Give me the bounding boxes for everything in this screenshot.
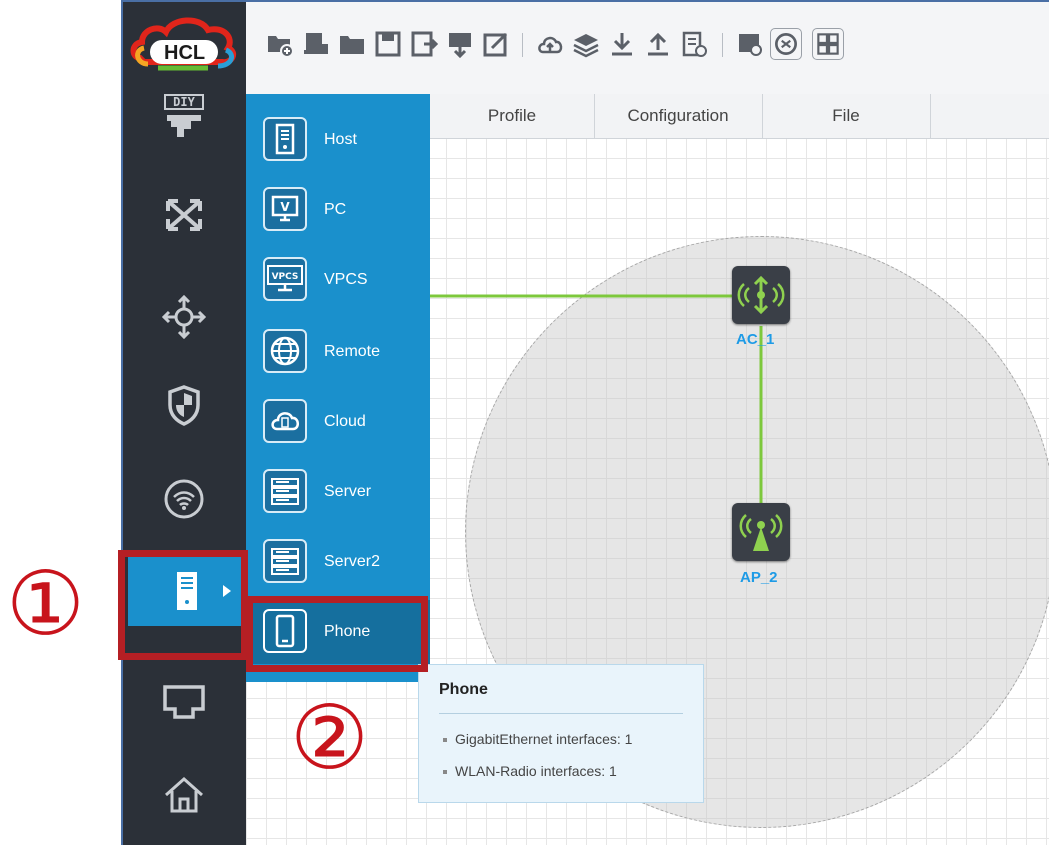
menu-item-label: Server — [324, 483, 372, 500]
server-icon — [263, 539, 307, 583]
tooltip-title: Phone — [439, 681, 488, 698]
globe-icon — [263, 329, 307, 373]
node-label-ap: AP_2 — [740, 569, 778, 586]
properties-tabs: Profile Configuration File — [430, 94, 1049, 139]
ap-icon — [739, 514, 783, 551]
svg-text:V: V — [280, 200, 290, 214]
menu-item-label: Cloud — [324, 413, 366, 430]
menu-item-label: Remote — [324, 343, 381, 360]
menu-item-cloud[interactable]: Cloud — [246, 390, 430, 454]
menu-item-label: Host — [324, 131, 357, 148]
menu-item-server[interactable]: Server — [246, 460, 430, 524]
menu-item-label: PC — [324, 201, 347, 218]
highlight-box-step1 — [118, 550, 248, 660]
menu-item-remote[interactable]: Remote — [246, 320, 430, 384]
callout-step1: ① — [6, 552, 85, 655]
highlight-box-step2 — [246, 596, 428, 672]
svg-text:VPCS: VPCS — [272, 272, 299, 282]
tab-file[interactable]: File — [762, 94, 931, 138]
menu-item-server2[interactable]: Server2 — [246, 530, 430, 594]
ac-icon — [737, 275, 785, 315]
menu-item-host[interactable]: Host — [246, 108, 430, 172]
server-icon — [263, 469, 307, 513]
host-icon — [263, 117, 307, 161]
tooltip-divider — [439, 713, 683, 714]
vpcs-icon: VPCS — [263, 257, 307, 301]
cloud-icon — [263, 399, 307, 443]
tooltip-line: GigabitEthernet interfaces: 1 — [443, 731, 632, 747]
node-label-ac: AC_1 — [736, 331, 775, 348]
menu-item-vpcs[interactable]: VPCS VPCS — [246, 248, 430, 312]
menu-item-pc[interactable]: V PC — [246, 178, 430, 242]
pc-icon: V — [263, 187, 307, 231]
menu-item-label: VPCS — [324, 271, 368, 288]
ac-node[interactable] — [732, 266, 790, 324]
tab-profile[interactable]: Profile — [430, 94, 595, 138]
ap-node[interactable] — [732, 503, 790, 561]
menu-item-label: Server2 — [324, 553, 381, 570]
tab-configuration[interactable]: Configuration — [594, 94, 763, 138]
tooltip-line: WLAN-Radio interfaces: 1 — [443, 763, 617, 779]
device-tooltip: Phone GigabitEthernet interfaces: 1 WLAN… — [418, 664, 704, 803]
callout-step2: ② — [290, 686, 369, 789]
